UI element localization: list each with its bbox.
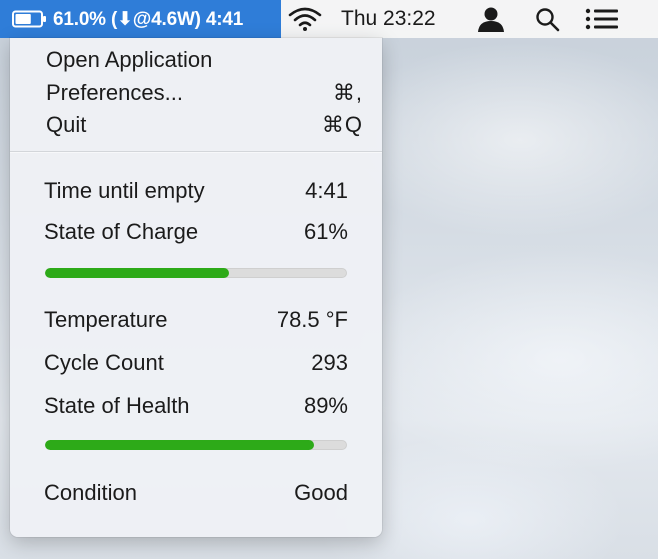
cycle-count-row: Cycle Count 293	[10, 346, 382, 380]
battery-status-menu[interactable]: 61.0% (⬇@4.6W) 4:41	[0, 0, 281, 38]
info-label: State of Health	[44, 393, 190, 418]
charge-progress-bar	[45, 268, 347, 278]
menu-item-shortcut: ⌘,	[332, 80, 363, 105]
info-label: Temperature	[44, 307, 168, 332]
battery-dropdown-menu: Open Application Preferences... ⌘, Quit …	[10, 38, 382, 537]
condition-row: Condition Good	[10, 476, 382, 510]
info-label: Cycle Count	[44, 350, 164, 375]
wifi-icon[interactable]	[287, 6, 323, 32]
menu-item-label: Quit	[46, 112, 87, 137]
menu-item-shortcut: ⌘Q	[321, 112, 363, 137]
info-value: 89%	[303, 393, 348, 418]
time-until-empty-row: Time until empty 4:41	[10, 174, 382, 208]
user-icon[interactable]	[476, 6, 506, 32]
info-value: 293	[311, 350, 348, 375]
info-value: 78.5 °F	[276, 307, 348, 332]
info-value: Good	[294, 480, 348, 505]
health-progress-fill	[45, 440, 314, 450]
menu-item-label: Open Application	[46, 47, 213, 72]
battery-status-text: 61.0% (⬇@4.6W) 4:41	[53, 8, 244, 30]
info-label: Condition	[44, 480, 137, 505]
health-progress-bar	[45, 440, 347, 450]
list-icon[interactable]	[584, 8, 620, 30]
menu-item-preferences[interactable]: Preferences... ⌘,	[10, 77, 382, 109]
search-icon[interactable]	[534, 7, 562, 33]
menu-bar: 61.0% (⬇@4.6W) 4:41 Thu 23:22	[0, 0, 658, 38]
temperature-row: Temperature 78.5 °F	[10, 303, 382, 337]
battery-icon	[12, 10, 46, 28]
menu-separator	[10, 151, 382, 153]
charge-progress-fill	[45, 268, 230, 278]
info-value: 61%	[303, 219, 348, 244]
state-of-charge-row: State of Charge 61%	[10, 215, 382, 249]
menu-item-quit[interactable]: Quit ⌘Q	[10, 109, 382, 141]
menu-item-label: Preferences...	[46, 80, 183, 105]
info-value: 4:41	[305, 178, 348, 203]
info-label: Time until empty	[44, 178, 205, 203]
info-label: State of Charge	[44, 219, 199, 244]
state-of-health-row: State of Health 89%	[10, 389, 382, 423]
menu-item-open-application[interactable]: Open Application	[10, 44, 382, 76]
menubar-clock[interactable]: Thu 23:22	[341, 7, 436, 31]
